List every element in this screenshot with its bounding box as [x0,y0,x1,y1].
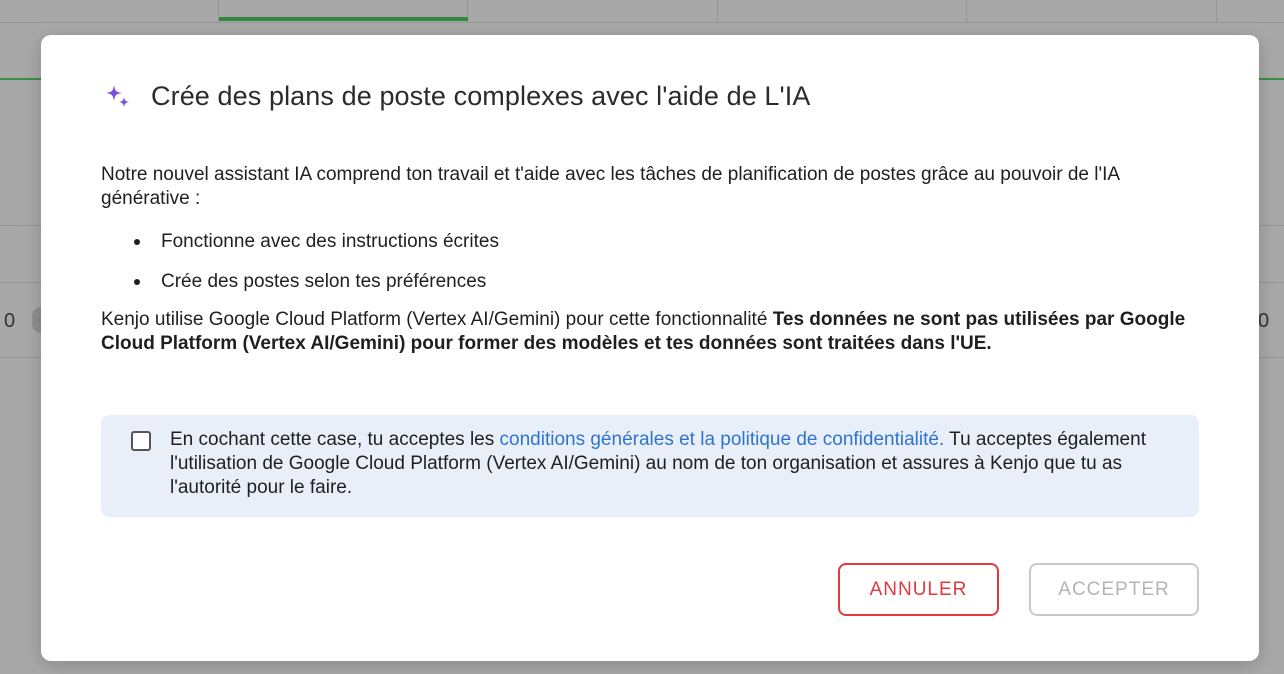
feature-list: Fonctionne avec des instructions écrites… [101,230,1201,294]
privacy-info: Kenjo utilise Google Cloud Platform (Ver… [101,308,1201,356]
list-item: Crée des postes selon tes préférences [101,270,1201,294]
background-tab-bar [0,0,1284,23]
privacy-info-text: Kenjo utilise Google Cloud Platform (Ver… [101,309,773,330]
dialog-title: Crée des plans de poste complexes avec l… [151,81,811,111]
cancel-button[interactable]: ANNULER [838,563,999,616]
active-tab-indicator [219,17,468,21]
tab-separator [966,0,967,22]
background-number: 0 [1258,310,1270,332]
terms-privacy-link[interactable]: conditions générales et la politique de … [500,429,945,450]
list-item: Fonctionne avec des instructions écrites [101,230,1201,254]
consent-box: En cochant cette case, tu acceptes les c… [101,415,1199,517]
bullet-icon [134,239,140,245]
accept-button[interactable]: ACCEPTER [1029,563,1199,616]
bullet-icon [134,279,140,285]
consent-text-before: En cochant cette case, tu acceptes les [170,429,500,450]
background-green-line [1259,78,1284,80]
background-green-line [0,78,42,80]
feature-label: Fonctionne avec des instructions écrites [161,231,499,252]
consent-checkbox[interactable] [131,431,151,451]
dialog-body: Notre nouvel assistant IA comprend ton t… [101,163,1201,356]
tab-separator [1216,0,1217,22]
ai-consent-dialog: Crée des plans de poste complexes avec l… [41,35,1259,661]
dialog-header: Crée des plans de poste complexes avec l… [103,81,811,112]
background-number: 0 [4,310,16,332]
intro-text: Notre nouvel assistant IA comprend ton t… [101,164,1120,209]
tab-separator [717,0,718,22]
consent-text: En cochant cette case, tu acceptes les c… [170,428,1170,500]
feature-label: Crée des postes selon tes préférences [161,271,487,292]
sparkle-icon [106,84,129,107]
